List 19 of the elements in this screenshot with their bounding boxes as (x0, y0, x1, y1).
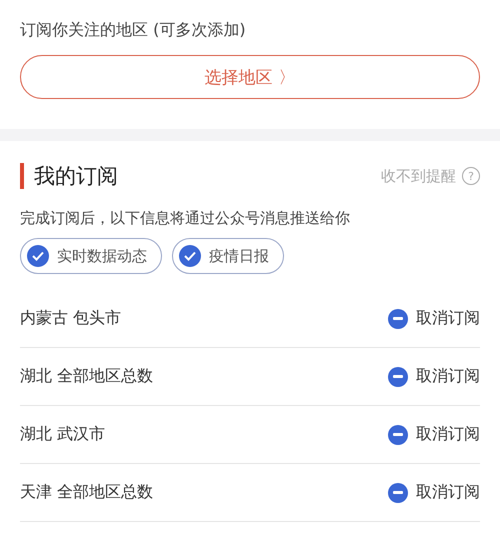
section-title: 我的订阅 (20, 163, 118, 189)
option-chip[interactable]: 疫情日报 (172, 238, 284, 274)
minus-icon (388, 424, 408, 444)
option-chip[interactable]: 实时数据动态 (20, 238, 162, 274)
unsubscribe-button[interactable]: 取消订阅 (388, 308, 480, 329)
unsubscribe-button[interactable]: 取消订阅 (388, 482, 480, 503)
description-text: 完成订阅后，以下信息将通过公众号消息推送给你 (20, 209, 351, 228)
minus-icon (388, 482, 408, 502)
unsubscribe-button[interactable]: 取消订阅 (388, 366, 480, 387)
unsubscribe-button[interactable]: 取消订阅 (388, 424, 480, 445)
region-name: 湖北 全部地区总数 (20, 366, 154, 387)
section-hint: 订阅你关注的地区 (可多次添加) (20, 20, 247, 41)
select-region-button[interactable]: 选择地区 〉 (20, 55, 480, 99)
minus-icon (388, 308, 408, 328)
region-name: 湖北 武汉市 (20, 424, 106, 445)
minus-icon (388, 366, 408, 386)
region-name: 天津 全部地区总数 (20, 482, 154, 503)
chevron-icon: 〉 (278, 66, 296, 88)
region-name: 内蒙古 包头市 (20, 308, 122, 329)
